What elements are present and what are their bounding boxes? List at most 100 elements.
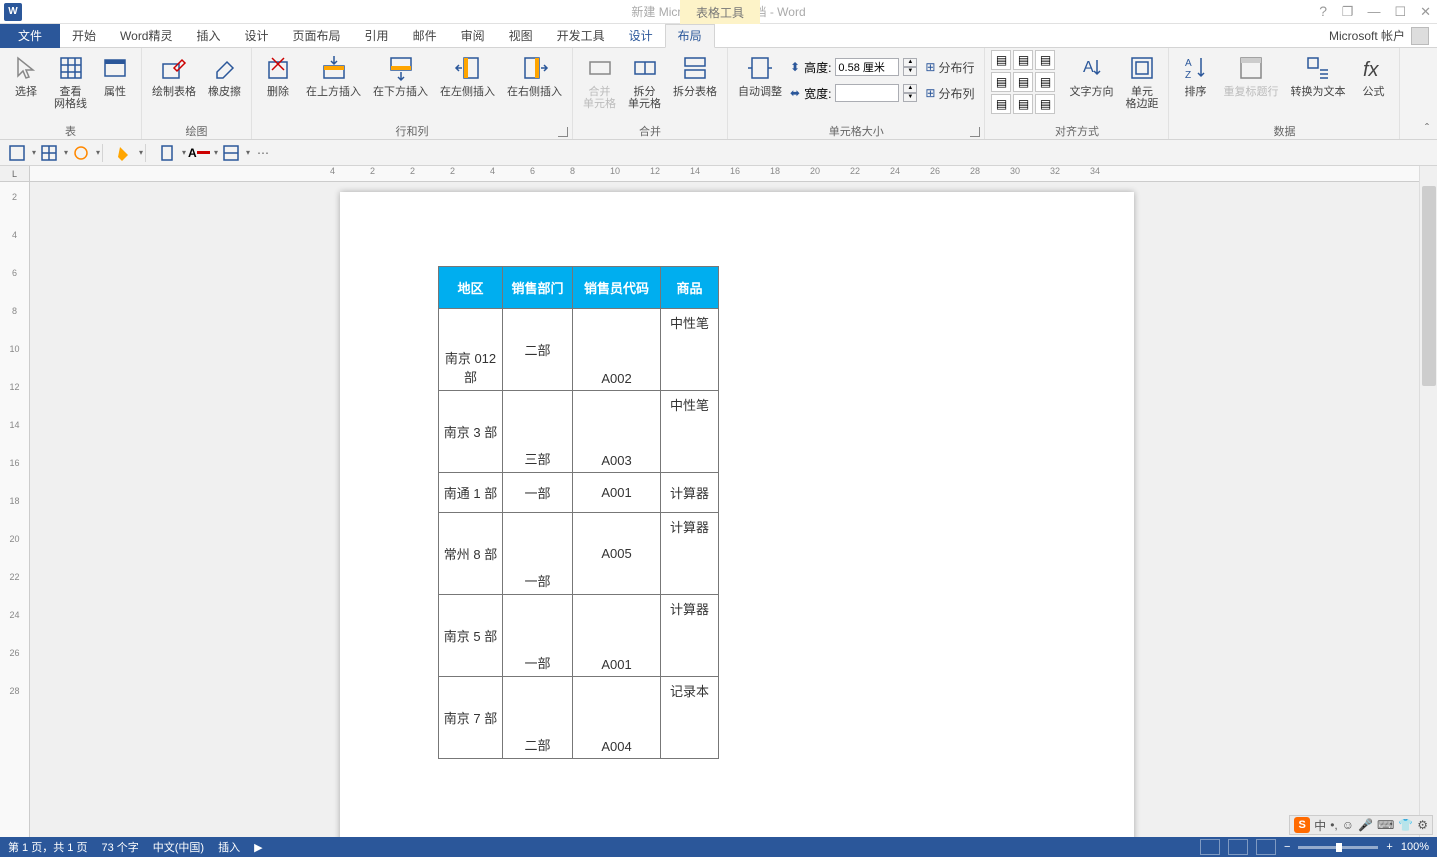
tab-insert[interactable]: 插入: [185, 24, 233, 48]
table-cell[interactable]: 计算器: [661, 473, 719, 513]
table-cell[interactable]: 常州 8 部: [439, 513, 503, 595]
text-direction-button[interactable]: A 文字方向: [1065, 50, 1117, 100]
table-cell[interactable]: A001: [573, 595, 661, 677]
qt-shape-icon[interactable]: ▾: [70, 143, 92, 163]
table-cell[interactable]: A001: [573, 473, 661, 513]
scrollbar-thumb[interactable]: [1422, 186, 1436, 386]
table-cell[interactable]: 南通 1 部: [439, 473, 503, 513]
table-cell[interactable]: 记录本: [661, 677, 719, 759]
height-input[interactable]: [835, 58, 899, 76]
qt-more-icon[interactable]: ⋯: [252, 143, 274, 163]
vertical-ruler[interactable]: 246810121416182022242628: [0, 182, 30, 837]
align-mr-button[interactable]: ▤: [1035, 72, 1055, 92]
collapse-ribbon-icon[interactable]: ˆ: [1425, 121, 1429, 135]
table-cell[interactable]: 一部: [503, 513, 573, 595]
zoom-slider[interactable]: [1298, 846, 1378, 849]
view-read-icon[interactable]: [1200, 839, 1220, 855]
tab-developer[interactable]: 开发工具: [545, 24, 617, 48]
align-tr-button[interactable]: ▤: [1035, 50, 1055, 70]
insert-right-button[interactable]: 在右侧插入: [503, 50, 566, 100]
tab-design[interactable]: 设计: [233, 24, 281, 48]
table-cell[interactable]: 计算器: [661, 595, 719, 677]
distribute-cols-button[interactable]: ⊞分布列: [921, 82, 978, 104]
properties-button[interactable]: 属性: [95, 50, 135, 100]
ime-emoji-icon[interactable]: ☺: [1342, 818, 1354, 832]
table-header[interactable]: 地区: [439, 267, 503, 309]
qt-grid-icon[interactable]: ▾: [38, 143, 60, 163]
insert-above-button[interactable]: 在上方插入: [302, 50, 365, 100]
align-tl-button[interactable]: ▤: [991, 50, 1011, 70]
table-cell[interactable]: 南京 7 部: [439, 677, 503, 759]
select-button[interactable]: 选择: [6, 50, 46, 100]
close-icon[interactable]: ✕: [1420, 4, 1431, 20]
document-table[interactable]: 地区销售部门销售员代码商品 南京 012 部二部A002中性笔南京 3 部三部A…: [438, 266, 719, 759]
minimize-icon[interactable]: —: [1367, 4, 1380, 20]
qt-font-color-button[interactable]: A▾: [188, 143, 210, 163]
status-macro-icon[interactable]: ▶: [254, 841, 262, 854]
ruler-corner[interactable]: L: [0, 166, 30, 182]
table-header[interactable]: 商品: [661, 267, 719, 309]
sort-button[interactable]: AZ 排序: [1175, 50, 1215, 100]
view-web-icon[interactable]: [1256, 839, 1276, 855]
table-cell[interactable]: 南京 5 部: [439, 595, 503, 677]
autofit-button[interactable]: 自动调整: [734, 50, 786, 100]
split-table-button[interactable]: 拆分表格: [669, 50, 721, 100]
tab-page-layout[interactable]: 页面布局: [281, 24, 353, 48]
dialog-launcher-icon[interactable]: [558, 127, 568, 137]
document-area[interactable]: 地区销售部门销售员代码商品 南京 012 部二部A002中性笔南京 3 部三部A…: [30, 182, 1419, 837]
table-cell[interactable]: 一部: [503, 595, 573, 677]
table-header[interactable]: 销售部门: [503, 267, 573, 309]
table-cell[interactable]: A004: [573, 677, 661, 759]
ime-settings-icon[interactable]: ⚙: [1417, 818, 1428, 832]
table-header[interactable]: 销售员代码: [573, 267, 661, 309]
align-br-button[interactable]: ▤: [1035, 94, 1055, 114]
ime-keyboard-icon[interactable]: ⌨: [1377, 818, 1394, 832]
table-cell[interactable]: A005: [573, 513, 661, 595]
zoom-level[interactable]: 100%: [1401, 841, 1429, 853]
tab-view[interactable]: 视图: [497, 24, 545, 48]
align-ml-button[interactable]: ▤: [991, 72, 1011, 92]
tab-word-elf[interactable]: Word精灵: [108, 24, 184, 48]
delete-button[interactable]: 删除: [258, 50, 298, 100]
formula-button[interactable]: fx 公式: [1353, 50, 1393, 100]
qt-border-icon[interactable]: ▾: [220, 143, 242, 163]
ime-mic-icon[interactable]: 🎤: [1358, 818, 1373, 832]
table-cell[interactable]: 南京 3 部: [439, 391, 503, 473]
table-cell[interactable]: A002: [573, 309, 661, 391]
status-mode[interactable]: 插入: [218, 839, 240, 855]
ime-cn-icon[interactable]: 中: [1314, 817, 1326, 834]
distribute-rows-button[interactable]: ⊞分布行: [921, 56, 978, 78]
align-tc-button[interactable]: ▤: [1013, 50, 1033, 70]
ime-punct-icon[interactable]: •,: [1330, 818, 1338, 832]
qt-bucket-icon[interactable]: ▾: [113, 143, 135, 163]
zoom-in-button[interactable]: +: [1386, 841, 1392, 853]
split-cells-button[interactable]: 拆分单元格: [624, 50, 665, 112]
table-cell[interactable]: A003: [573, 391, 661, 473]
tab-references[interactable]: 引用: [353, 24, 401, 48]
ime-toolbar[interactable]: S 中 •, ☺ 🎤 ⌨ 👕 ⚙: [1289, 815, 1433, 835]
insert-below-button[interactable]: 在下方插入: [369, 50, 432, 100]
help-icon[interactable]: ?: [1319, 3, 1327, 19]
table-cell[interactable]: 中性笔: [661, 309, 719, 391]
status-words[interactable]: 73 个字: [101, 839, 138, 855]
horizontal-ruler[interactable]: 422246810121416182022242628303234: [30, 166, 1419, 182]
status-page[interactable]: 第 1 页，共 1 页: [8, 839, 87, 855]
account-area[interactable]: Microsoft 帐户: [1329, 27, 1429, 45]
align-bc-button[interactable]: ▤: [1013, 94, 1033, 114]
ribbon-options-icon[interactable]: ❐: [1342, 4, 1354, 20]
status-language[interactable]: 中文(中国): [153, 839, 204, 855]
table-cell[interactable]: 计算器: [661, 513, 719, 595]
view-gridlines-button[interactable]: 查看网格线: [50, 50, 91, 112]
eraser-button[interactable]: 橡皮擦: [204, 50, 245, 100]
align-bl-button[interactable]: ▤: [991, 94, 1011, 114]
table-cell[interactable]: 二部: [503, 309, 573, 391]
qt-table-icon[interactable]: ▾: [6, 143, 28, 163]
draw-table-button[interactable]: 绘制表格: [148, 50, 200, 100]
align-mc-button[interactable]: ▤: [1013, 72, 1033, 92]
tab-review[interactable]: 审阅: [449, 24, 497, 48]
tab-mailings[interactable]: 邮件: [401, 24, 449, 48]
insert-left-button[interactable]: 在左侧插入: [436, 50, 499, 100]
cell-margins-button[interactable]: 单元格边距: [1121, 50, 1162, 112]
zoom-out-button[interactable]: −: [1284, 841, 1290, 853]
width-spinner[interactable]: ▲▼: [903, 84, 917, 102]
